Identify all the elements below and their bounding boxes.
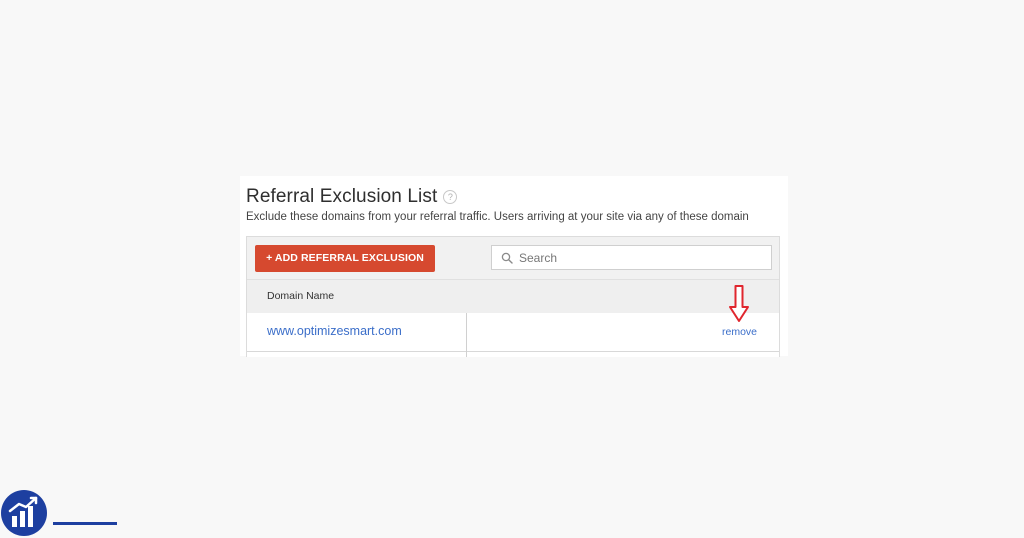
table-header-row: Domain Name <box>247 279 779 314</box>
table-toolbar: + ADD REFERRAL EXCLUSION <box>247 237 779 279</box>
cell-divider <box>466 313 467 357</box>
logo-underline <box>53 522 117 525</box>
help-icon[interactable]: ? <box>443 190 458 204</box>
column-header-domain-name[interactable]: Domain Name <box>267 290 334 302</box>
referral-exclusion-panel: Referral Exclusion List ? Exclude these … <box>240 176 788 357</box>
table-row: www.optimizesmart.com remove <box>247 313 779 357</box>
add-referral-exclusion-button[interactable]: + ADD REFERRAL EXCLUSION <box>255 245 435 272</box>
exclusion-table: + ADD REFERRAL EXCLUSION Domain Name www… <box>246 236 780 357</box>
logo-icon <box>1 490 47 536</box>
page-description: Exclude these domains from your referral… <box>246 211 749 223</box>
domain-link[interactable]: www.optimizesmart.com <box>267 324 402 338</box>
search-input[interactable] <box>519 250 759 265</box>
title-row: Referral Exclusion List ? <box>246 186 458 208</box>
search-icon <box>501 252 513 264</box>
page-title: Referral Exclusion List <box>246 186 438 207</box>
remove-link[interactable]: remove <box>722 326 757 338</box>
down-arrow-icon <box>729 285 749 322</box>
search-box[interactable] <box>491 245 772 270</box>
